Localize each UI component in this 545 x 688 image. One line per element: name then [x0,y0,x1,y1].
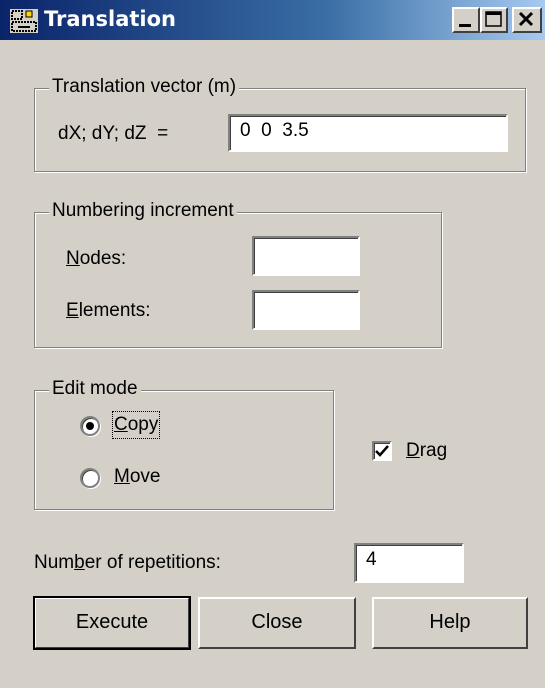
execute-button[interactable]: Execute [33,596,191,650]
move-label-text: ove [129,466,161,487]
repetitions-label-post: er of repetitions: [84,552,221,573]
numbering-increment-group: Numbering increment [34,199,442,348]
nodes-accel: N [66,248,80,269]
help-button[interactable]: Help [372,597,528,649]
elements-increment-input[interactable] [252,290,360,330]
repetitions-label: Number of repetitions: [34,551,221,575]
title-bar[interactable]: Translation [0,0,545,40]
move-radio[interactable] [80,468,100,488]
repetitions-input[interactable]: 4 [354,543,464,583]
copy-radio[interactable] [80,416,100,436]
edit-mode-group: Edit mode [34,377,334,510]
translation-app-icon [10,9,38,33]
drag-checkbox[interactable] [372,441,392,461]
translation-vector-legend: Translation vector (m) [49,75,240,99]
close-button[interactable]: Close [198,597,356,649]
repetitions-label-pre: Num [34,552,75,573]
elements-label: Elements: [66,299,151,323]
elements-accel: E [66,300,79,321]
translation-vector-input[interactable]: 0 0 3.5 [228,114,508,152]
nodes-increment-input[interactable] [252,236,360,276]
maximize-icon [485,11,502,27]
maximize-button[interactable] [480,7,508,33]
radio-selected-dot [86,422,94,430]
nodes-label: Nodes: [66,247,126,271]
dxdydz-label: dX; dY; dZ = [58,123,169,144]
move-accel: M [114,466,130,487]
close-window-button[interactable] [512,7,542,33]
drag-label-text: rag [419,440,448,461]
copy-accel: C [114,414,128,435]
close-icon [518,11,534,27]
move-radio-label[interactable]: Move [114,465,160,489]
drag-label[interactable]: Drag [406,439,447,463]
edit-mode-legend: Edit mode [49,377,141,401]
minimize-icon [459,24,471,27]
copy-radio-label[interactable]: Copy [111,411,161,439]
elements-label-text: lements: [78,300,151,321]
checkmark-icon [375,445,389,457]
window-title: Translation [44,7,176,31]
numbering-increment-legend: Numbering increment [49,199,237,223]
nodes-label-text: odes: [79,248,127,269]
minimize-button[interactable] [452,7,480,33]
repetitions-accel: b [74,552,85,573]
drag-accel: D [406,440,420,461]
copy-label-text: opy [127,414,159,435]
